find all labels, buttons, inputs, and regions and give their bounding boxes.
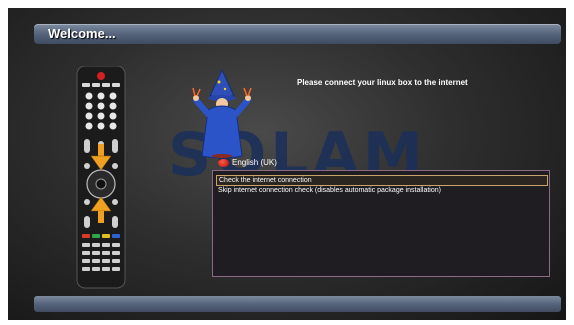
language-indicator: English (UK) xyxy=(218,158,277,167)
flag-uk-icon xyxy=(218,158,229,167)
option-label: Check the internet connection xyxy=(219,177,312,184)
connect-prompt: Please connect your linux box to the int… xyxy=(297,78,468,87)
option-label: Skip internet connection check (disables… xyxy=(218,187,441,194)
option-check-internet[interactable]: Check the internet connection xyxy=(216,175,548,186)
page-title: Welcome... xyxy=(48,26,116,41)
bottom-bar xyxy=(34,296,561,312)
option-skip-internet-check[interactable]: Skip internet connection check (disables… xyxy=(216,186,546,195)
power-button-icon xyxy=(97,72,105,80)
welcome-screen: Welcome... SOLAM Please connect your lin… xyxy=(8,8,566,320)
remote-control-image xyxy=(76,66,126,289)
language-label: English (UK) xyxy=(232,158,277,167)
wizard-icon xyxy=(192,70,252,159)
options-list: Check the internet connection Skip inter… xyxy=(212,170,550,277)
title-bar: Welcome... xyxy=(34,24,561,44)
